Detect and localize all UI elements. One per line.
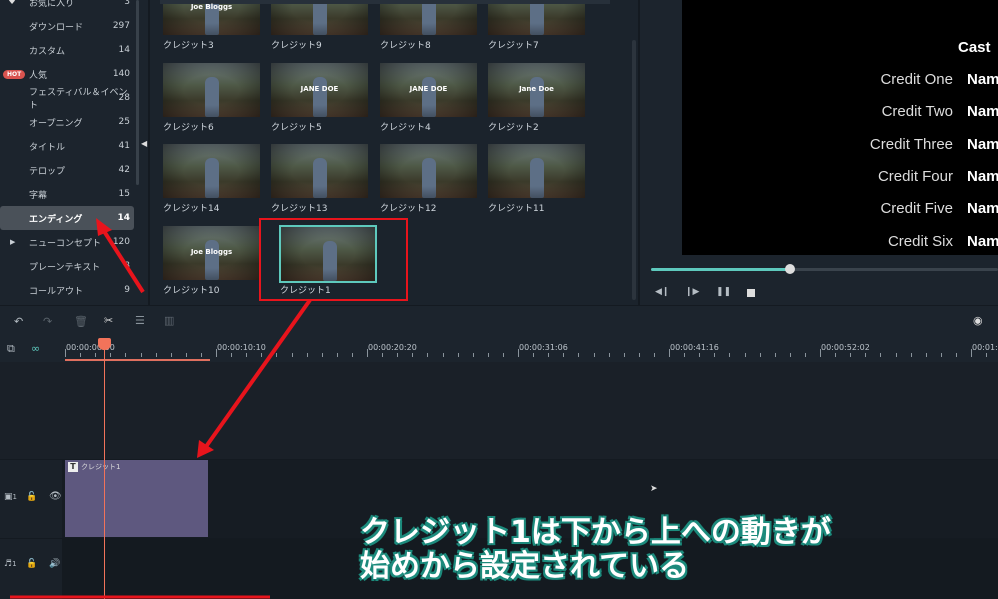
annotation-arrowhead bbox=[197, 440, 214, 458]
annotation-arrow bbox=[203, 298, 312, 450]
subtitle-line-1: クレジット1は下から上への動きが bbox=[360, 515, 831, 550]
annotation-arrowhead bbox=[96, 218, 112, 236]
thumbnail-text: JANE DOE bbox=[409, 85, 448, 93]
thumbnail-text: JANE DOE bbox=[300, 85, 339, 93]
thumbnail-text: Jane Doe bbox=[519, 85, 554, 93]
thumbnail-text: Joe Bloggs bbox=[190, 248, 233, 256]
thumbnail-text: Joe Bloggs bbox=[190, 3, 233, 11]
highlight-box bbox=[259, 218, 408, 301]
subtitle-caption: クレジット1は下から上への動きが 始めから設定されている bbox=[360, 516, 831, 584]
annotation-arrow bbox=[100, 226, 145, 294]
subtitle-line-2: 始めから設定されている bbox=[360, 549, 690, 584]
